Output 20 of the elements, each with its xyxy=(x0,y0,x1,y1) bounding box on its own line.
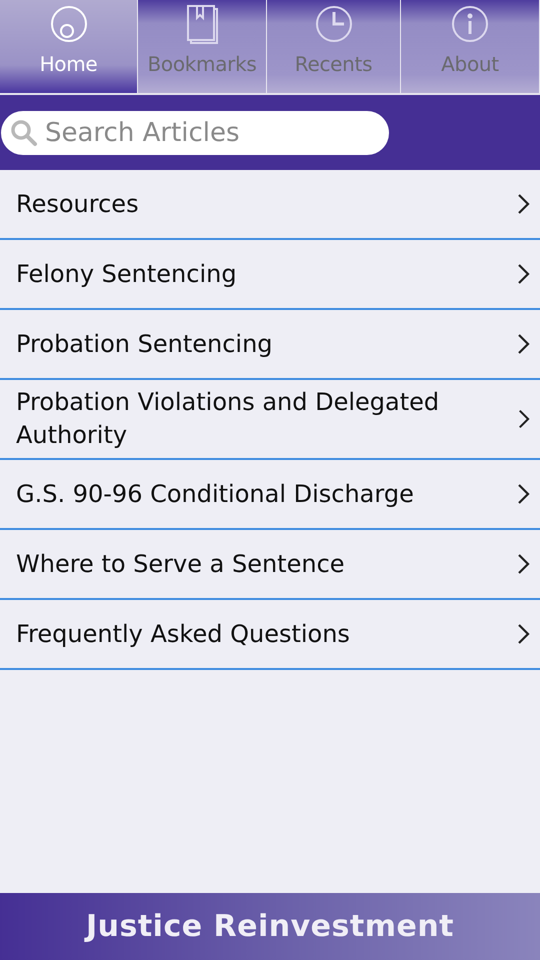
article-list-item[interactable]: Felony Sentencing xyxy=(0,240,540,310)
clock-icon xyxy=(314,4,352,44)
footer-title: Justice Reinvestment xyxy=(86,909,454,944)
info-icon xyxy=(451,4,489,44)
article-list-item[interactable]: G.S. 90-96 Conditional Discharge xyxy=(0,460,540,530)
article-list-item[interactable]: Where to Serve a Sentence xyxy=(0,530,540,600)
search-field[interactable]: Search Articles xyxy=(1,110,389,154)
article-list-item[interactable]: Probation Violations and Delegated Authority xyxy=(0,380,540,460)
article-list-item[interactable]: Resources xyxy=(0,170,540,240)
chevron-right-icon xyxy=(516,193,530,215)
chevron-right-icon xyxy=(516,263,530,285)
chevron-right-icon xyxy=(516,333,530,355)
search-icon xyxy=(9,118,39,148)
chevron-right-icon xyxy=(517,408,530,430)
chevron-right-icon xyxy=(516,553,530,575)
article-list-item[interactable]: Probation Sentencing xyxy=(0,310,540,380)
chevron-right-icon xyxy=(516,623,530,645)
article-list-item[interactable]: Frequently Asked Questions xyxy=(0,600,540,670)
chevron-right-icon xyxy=(516,483,530,505)
circle-icon xyxy=(50,4,88,44)
